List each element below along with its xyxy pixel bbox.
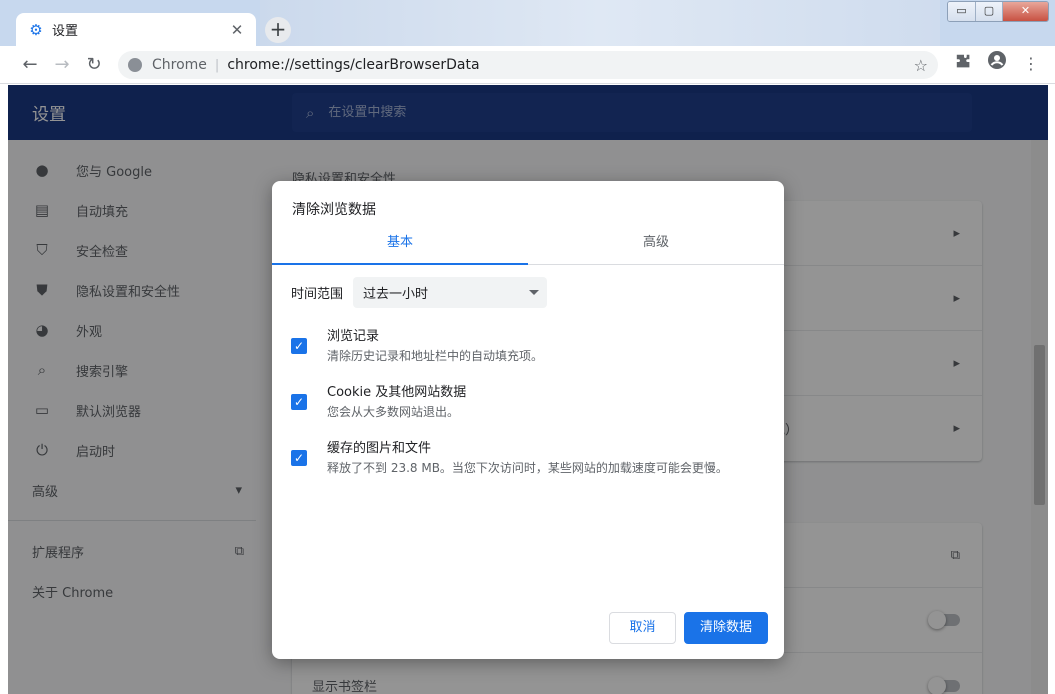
- dropdown-caret-icon: [529, 290, 539, 295]
- checkbox-cookies[interactable]: ✓: [291, 394, 307, 410]
- omnibox-separator: |: [214, 57, 220, 73]
- option-title: Cookie 及其他网站数据: [327, 385, 467, 400]
- tab-close-button[interactable]: ✕: [228, 21, 246, 39]
- tab-strip: ⚙ 设置 ✕ + ▭ ▢ ✕: [0, 0, 1055, 46]
- cancel-button[interactable]: 取消: [609, 612, 676, 644]
- clear-browsing-data-dialog: 清除浏览数据 基本 高级 时间范围 过去一小时 ✓ 浏览记录 清除历史记录和地址…: [272, 181, 784, 659]
- dialog-title: 清除浏览数据: [292, 202, 376, 218]
- account-icon[interactable]: [983, 50, 1011, 78]
- gear-icon: ⚙: [29, 20, 43, 39]
- time-range-label: 时间范围: [291, 287, 344, 302]
- url-text[interactable]: chrome://settings/clearBrowserData: [227, 57, 913, 73]
- tab-settings[interactable]: ⚙ 设置 ✕: [16, 13, 256, 46]
- forward-button[interactable]: →: [46, 49, 78, 81]
- address-bar[interactable]: Chrome | chrome://settings/clearBrowserD…: [118, 51, 938, 79]
- maximize-button[interactable]: ▢: [975, 2, 1002, 21]
- tab-basic[interactable]: 基本: [272, 225, 528, 265]
- dialog-tabs: 基本 高级: [272, 225, 784, 265]
- time-range-row: 时间范围 过去一小时: [291, 277, 547, 308]
- option-description: 您会从大多数网站退出。: [327, 405, 460, 419]
- toolbar-actions: ⋮: [949, 50, 1045, 78]
- clear-data-button[interactable]: 清除数据: [684, 612, 768, 644]
- chrome-icon: [128, 58, 142, 72]
- site-chip: Chrome: [152, 57, 207, 73]
- close-window-button[interactable]: ✕: [1002, 2, 1048, 21]
- option-browsing-history: ✓ 浏览记录 清除历史记录和地址栏中的自动填充项。: [291, 327, 543, 365]
- minimize-button[interactable]: ▭: [948, 2, 975, 21]
- checkbox-cache[interactable]: ✓: [291, 450, 307, 466]
- time-range-value: 过去一小时: [363, 287, 429, 302]
- bookmark-star-icon[interactable]: ☆: [914, 56, 928, 75]
- option-title: 浏览记录: [327, 329, 380, 344]
- option-cookies: ✓ Cookie 及其他网站数据 您会从大多数网站退出。: [291, 383, 466, 421]
- option-title: 缓存的图片和文件: [327, 441, 432, 456]
- reload-button[interactable]: ↻: [78, 49, 110, 81]
- checkbox-browsing-history[interactable]: ✓: [291, 338, 307, 354]
- tab-strip-background: [260, 0, 940, 46]
- browser-toolbar: ← → ↻ Chrome | chrome://settings/clearBr…: [0, 46, 1055, 84]
- time-range-select[interactable]: 过去一小时: [353, 277, 547, 308]
- menu-icon[interactable]: ⋮: [1017, 50, 1045, 78]
- window-controls: ▭ ▢ ✕: [947, 1, 1049, 22]
- back-button[interactable]: ←: [14, 49, 46, 81]
- tab-title: 设置: [52, 24, 79, 39]
- new-tab-button[interactable]: +: [265, 17, 291, 43]
- option-cache: ✓ 缓存的图片和文件 释放了不到 23.8 MB。当您下次访问时，某些网站的加载…: [291, 439, 728, 477]
- extension-icon[interactable]: [949, 50, 977, 78]
- tab-advanced[interactable]: 高级: [528, 225, 784, 264]
- option-description: 清除历史记录和地址栏中的自动填充项。: [327, 349, 544, 363]
- option-description: 释放了不到 23.8 MB。当您下次访问时，某些网站的加载速度可能会更慢。: [327, 461, 728, 475]
